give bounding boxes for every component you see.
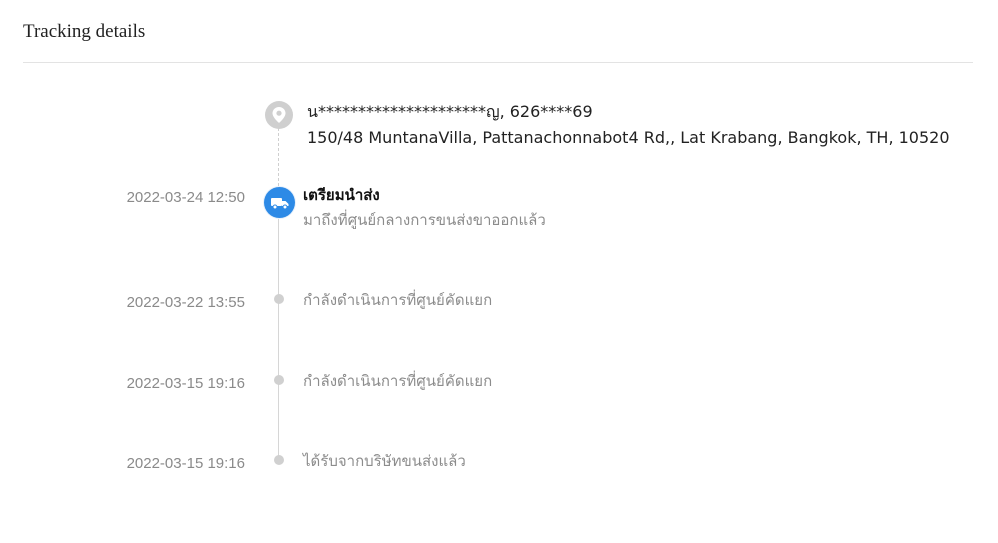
timeline-dot: [274, 455, 284, 465]
location-pin-icon: [265, 101, 293, 129]
header-divider: [23, 62, 973, 63]
event-description: กำลังดำเนินการที่ศูนย์คัดแยก: [303, 291, 493, 309]
timeline-dot: [274, 294, 284, 304]
recipient-address: 150/48 MuntanaVilla, Pattanachonnabot4 R…: [307, 128, 950, 147]
event-time: 2022-03-24 12:50: [126, 189, 245, 206]
event-status-title: เตรียมนำส่ง: [303, 186, 380, 204]
delivery-truck-icon: [264, 187, 295, 218]
event-time: 2022-03-15 19:16: [126, 375, 245, 392]
timeline-dashed-connector: [278, 128, 279, 186]
recipient-name-phone: น*********************ญ, 626****69: [307, 102, 593, 121]
event-description: มาถึงที่ศูนย์กลางการขนส่งขาออกแล้ว: [303, 211, 546, 229]
event-time: 2022-03-22 13:55: [126, 294, 245, 311]
event-description: กำลังดำเนินการที่ศูนย์คัดแยก: [303, 372, 493, 390]
event-description: ได้รับจากบริษัทขนส่งแล้ว: [303, 452, 466, 470]
timeline-dot: [274, 375, 284, 385]
page-title: Tracking details: [23, 21, 146, 42]
timeline-line: [278, 216, 279, 462]
event-time: 2022-03-15 19:16: [126, 455, 245, 472]
